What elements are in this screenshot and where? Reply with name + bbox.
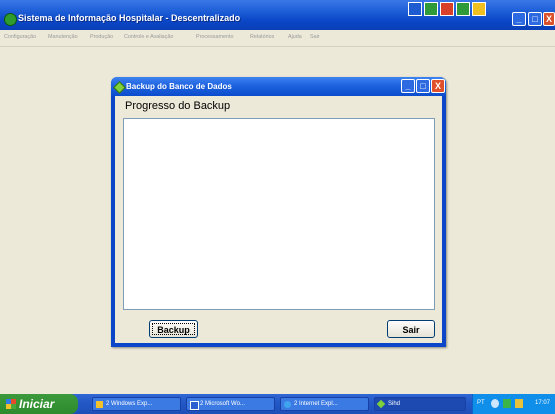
app-titlebar: Sistema de Informação Hospitalar - Desce… — [0, 0, 555, 30]
toolbar-icon-4[interactable] — [456, 2, 470, 16]
toolbar-icon-3[interactable] — [440, 2, 454, 16]
app-minimize-button[interactable]: _ — [512, 12, 526, 26]
toolbar-icon-1[interactable] — [408, 2, 422, 16]
folder-icon — [96, 401, 103, 408]
dialog-minimize-button[interactable]: _ — [401, 79, 415, 93]
start-button[interactable]: Iniciar — [0, 394, 78, 414]
menu-manutencao[interactable]: Manutenção — [48, 34, 78, 40]
menu-controle[interactable]: Controle e Avaliação — [124, 34, 173, 40]
menu-sair[interactable]: Sair — [310, 34, 320, 40]
task-label: Sihd — [388, 401, 401, 407]
dialog-maximize-button[interactable]: □ — [416, 79, 430, 93]
backup-dialog: Backup do Banco de Dados _ □ X Progresso… — [111, 77, 446, 347]
app-maximize-button[interactable]: □ — [528, 12, 542, 26]
dialog-title: Backup do Banco de Dados — [126, 82, 232, 91]
language-indicator[interactable]: PT — [477, 400, 485, 406]
security-icon[interactable] — [515, 399, 523, 408]
task-windows-explorer[interactable]: 2 Windows Exp... — [92, 397, 181, 411]
app-title: Sistema de Informação Hospitalar - Desce… — [18, 13, 241, 23]
network-icon[interactable] — [503, 399, 511, 408]
exit-button[interactable]: Sair — [387, 320, 435, 338]
backup-button[interactable]: Backup — [149, 320, 198, 338]
task-sihd[interactable]: Sihd — [374, 397, 466, 411]
task-microsoft-word[interactable]: 2 Microsoft Wo... — [186, 397, 275, 411]
dialog-body: Progresso do Backup Backup Sair — [115, 96, 442, 343]
menu-ajuda[interactable]: Ajuda — [288, 34, 302, 40]
task-label: 2 Microsoft Wo... — [200, 401, 245, 407]
app-close-button[interactable]: X — [543, 12, 555, 26]
task-internet-explorer[interactable]: 2 Internet Expl... — [280, 397, 369, 411]
dialog-close-button[interactable]: X — [431, 79, 445, 93]
menu-configuracao[interactable]: Configuração — [4, 34, 36, 40]
dialog-icon — [113, 81, 126, 94]
menu-relatorios[interactable]: Relatórios — [250, 34, 274, 40]
system-tray: PT 17:07 — [472, 394, 555, 414]
app-icon — [376, 399, 386, 409]
ie-icon — [284, 401, 291, 408]
menu-processamento[interactable]: Processamento — [196, 34, 233, 40]
speaker-icon[interactable] — [491, 399, 499, 408]
toolbar-icon-5[interactable] — [472, 2, 486, 16]
app-toolbar — [408, 2, 486, 18]
clock: 17:07 — [535, 400, 551, 406]
taskbar: Iniciar 2 Windows Exp... 2 Microsoft Wo.… — [0, 394, 555, 414]
start-label: Iniciar — [19, 397, 55, 411]
task-label: 2 Windows Exp... — [106, 401, 153, 407]
dialog-titlebar[interactable]: Backup do Banco de Dados _ □ X — [111, 77, 446, 96]
menu-bar: Configuração Manutenção Produção Control… — [0, 30, 555, 47]
word-icon — [190, 401, 199, 410]
progress-label: Progresso do Backup — [125, 100, 231, 112]
app-icon — [4, 13, 17, 26]
toolbar-icon-2[interactable] — [424, 2, 438, 16]
progress-log[interactable] — [123, 118, 435, 310]
menu-producao[interactable]: Produção — [90, 34, 113, 40]
task-label: 2 Internet Expl... — [294, 401, 338, 407]
windows-logo-icon — [6, 399, 16, 409]
